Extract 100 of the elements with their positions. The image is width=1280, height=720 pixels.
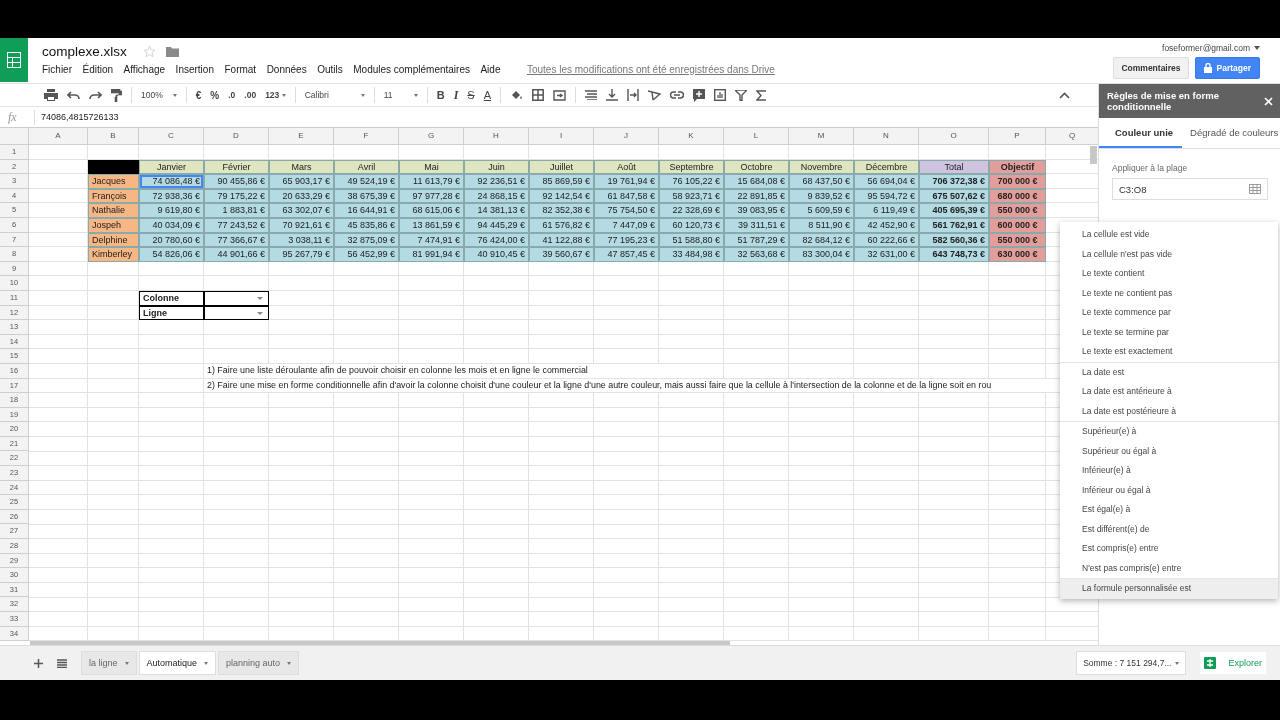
italic-button[interactable]: I	[453, 87, 459, 103]
column-header[interactable]: C	[139, 128, 204, 145]
link-icon[interactable]	[670, 91, 684, 99]
merge-cells-icon[interactable]	[553, 89, 566, 101]
menu-option[interactable]: La formule personnalisée est	[1060, 579, 1278, 599]
font-size-dropdown[interactable]: 11	[383, 90, 418, 100]
menu-option[interactable]: La cellule est vide	[1060, 225, 1278, 245]
column-header[interactable]: J	[594, 128, 659, 145]
menu-item[interactable]: Affichage	[123, 64, 166, 75]
menu-option[interactable]: Le texte commence par	[1060, 303, 1278, 323]
comments-button[interactable]: Commentaires	[1113, 57, 1189, 79]
text-color-button[interactable]: A	[483, 89, 491, 101]
menu-item[interactable]: Édition	[82, 64, 114, 75]
menu-option[interactable]: Supérieur(e) à	[1060, 422, 1278, 442]
number-format-dropdown[interactable]: 123	[265, 90, 286, 100]
strikethrough-button[interactable]: S	[467, 89, 475, 101]
bold-button[interactable]: B	[436, 89, 445, 101]
menu-option[interactable]: Le texte se termine par	[1060, 322, 1278, 342]
menu-item[interactable]: Insertion	[175, 64, 214, 75]
explore-button[interactable]: Explorer	[1200, 652, 1266, 674]
comment-icon[interactable]	[693, 88, 705, 102]
sheet-tab[interactable]: la ligne	[81, 651, 137, 675]
menu-option[interactable]: Inférieur(e) à	[1060, 461, 1278, 481]
menu-item[interactable]: Format	[224, 64, 257, 75]
column-header[interactable]: A	[29, 128, 88, 145]
column-header[interactable]: E	[269, 128, 334, 145]
dropdown-cell[interactable]	[204, 305, 269, 321]
menu-option[interactable]: La date est postérieure à	[1060, 401, 1278, 421]
menu-option[interactable]: Est différent(e) de	[1060, 519, 1278, 539]
formula-field[interactable]: 74086,4815726133	[35, 112, 119, 122]
menu-option[interactable]: Le texte est exactement	[1060, 342, 1278, 362]
folder-icon[interactable]	[165, 45, 179, 57]
menu-option[interactable]: La date est antérieure à	[1060, 382, 1278, 402]
vertical-align-icon[interactable]	[606, 89, 618, 101]
add-sheet-icon[interactable]	[34, 658, 43, 668]
increase-decimals-button[interactable]: .00	[244, 90, 257, 100]
column-header[interactable]: P	[989, 128, 1046, 145]
functions-icon[interactable]	[756, 89, 766, 101]
menu-option[interactable]: Le texte contient	[1060, 264, 1278, 284]
column-header[interactable]: F	[334, 128, 399, 145]
currency-button[interactable]: €	[195, 89, 202, 101]
menu-option[interactable]: Est compris(e) entre	[1060, 539, 1278, 559]
close-icon[interactable]	[1264, 96, 1273, 106]
menu-item[interactable]: Données	[266, 64, 307, 75]
panel-tab[interactable]: Couleur unie	[1099, 118, 1183, 148]
menu-item[interactable]: Outils	[317, 64, 343, 75]
column-header[interactable]: G	[399, 128, 464, 145]
sheet-tab[interactable]: planning auto	[218, 651, 300, 675]
menu-option[interactable]: Le texte ne contient pas	[1060, 283, 1278, 303]
sheet-list-icon[interactable]	[57, 658, 67, 668]
align-icon[interactable]	[585, 90, 597, 100]
percent-button[interactable]: %	[210, 89, 220, 101]
menu-item[interactable]: Fichier	[42, 64, 72, 75]
borders-icon[interactable]	[532, 89, 544, 101]
column-header[interactable]: B	[88, 128, 139, 145]
column-header[interactable]: H	[464, 128, 529, 145]
column-header[interactable]: O	[919, 128, 989, 145]
account-menu[interactable]: foseformer@gmail.com	[1162, 43, 1260, 53]
decrease-decimals-button[interactable]: .0	[228, 90, 236, 100]
field-label: Appliquer à la plage	[1112, 163, 1189, 173]
dropdown-cell[interactable]	[204, 290, 269, 306]
zoom-dropdown[interactable]: 100%	[141, 90, 177, 100]
sum-dropdown[interactable]: Somme : 7 151 294,7...	[1076, 651, 1187, 675]
range-field[interactable]: C3:O8	[1112, 178, 1268, 200]
column-header[interactable]: M	[789, 128, 854, 145]
menu-option[interactable]: N'est pas compris(e) entre	[1060, 558, 1278, 578]
text-wrap-icon[interactable]	[627, 89, 639, 101]
column-header[interactable]: L	[724, 128, 789, 145]
menu-option[interactable]: Supérieur ou égal à	[1060, 441, 1278, 461]
column-header[interactable]: D	[204, 128, 269, 145]
panel-tab[interactable]: Dégradé de couleurs	[1182, 118, 1280, 148]
menu-option[interactable]: Inférieur ou égal à	[1060, 480, 1278, 500]
filter-icon[interactable]	[735, 89, 747, 101]
menu-option[interactable]: La cellule n'est pas vide	[1060, 244, 1278, 264]
redo-icon[interactable]	[89, 90, 102, 100]
text-rotation-icon[interactable]	[648, 89, 661, 101]
document-title[interactable]: complexe.xlsx	[42, 43, 127, 59]
grid-select-icon[interactable]	[1249, 184, 1261, 194]
chart-icon[interactable]	[714, 89, 726, 101]
sheet-tab[interactable]: Automatique	[138, 651, 217, 675]
sheets-logo-icon[interactable]	[0, 38, 28, 82]
fill-color-icon[interactable]	[510, 88, 523, 102]
column-header[interactable]: K	[659, 128, 724, 145]
scrollbar-thumb[interactable]	[30, 641, 730, 645]
print-icon[interactable]	[44, 89, 58, 101]
font-dropdown[interactable]: Calibri	[304, 90, 365, 100]
menu-option[interactable]: La date est	[1060, 362, 1278, 382]
scrollbar-thumb[interactable]	[1090, 146, 1097, 164]
collapse-icon[interactable]	[1059, 91, 1070, 99]
column-header[interactable]: Q	[1046, 128, 1098, 145]
undo-icon[interactable]	[67, 90, 80, 100]
column-header[interactable]: I	[529, 128, 594, 145]
menu-option[interactable]: Est égal(e) à	[1060, 500, 1278, 520]
menu-item[interactable]: Aide	[480, 64, 501, 75]
menu-item[interactable]: Modules complémentaires	[353, 64, 470, 75]
star-icon[interactable]	[142, 44, 156, 58]
share-button[interactable]: Partager	[1194, 57, 1260, 79]
column-header[interactable]: N	[854, 128, 919, 145]
save-status-link[interactable]: Toutes les modifications ont été enregistrées dans Drive	[526, 64, 775, 75]
paint-format-icon[interactable]	[111, 88, 122, 102]
